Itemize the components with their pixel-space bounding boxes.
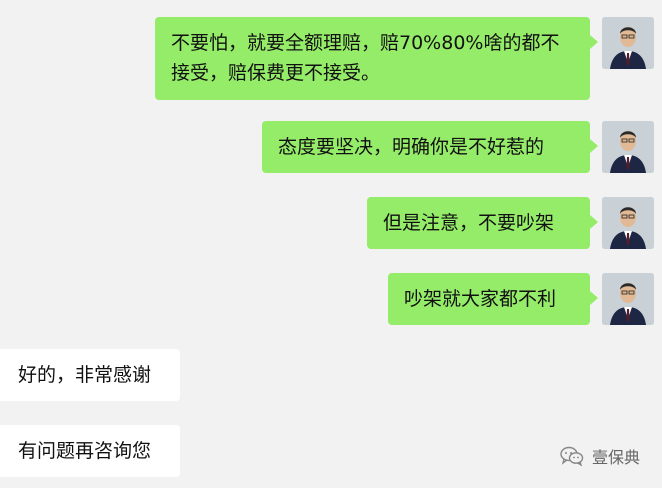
watermark-text: 壹保典 <box>591 448 640 467</box>
avatar[interactable] <box>602 121 654 173</box>
message-bubble-incoming: 有问题再咨询您 <box>0 425 180 477</box>
message-text: 好的，非常感谢 <box>18 364 152 386</box>
avatar[interactable] <box>602 17 654 69</box>
avatar-image <box>602 197 654 249</box>
message-bubble-outgoing: 吵架就大家都不利 <box>388 273 598 325</box>
avatar-image <box>602 17 654 69</box>
avatar[interactable] <box>602 197 654 249</box>
message-text: 但是注意，不要吵架 <box>383 212 555 234</box>
watermark: 壹保典 <box>560 444 640 468</box>
message-text: 态度要坚决，明确你是不好惹的 <box>278 136 545 158</box>
avatar-image <box>602 273 654 325</box>
message-bubble-outgoing: 态度要坚决，明确你是不好惹的 <box>262 121 598 173</box>
avatar[interactable] <box>602 273 654 325</box>
message-text: 有问题再咨询您 <box>18 440 152 462</box>
message-text: 吵架就大家都不利 <box>404 288 557 310</box>
message-text: 不要怕，就要全额理赔，赔70%80%啥的都不接受，赔保费更不接受。 <box>171 32 560 84</box>
message-bubble-outgoing: 但是注意，不要吵架 <box>367 197 598 249</box>
message-bubble-outgoing: 不要怕，就要全额理赔，赔70%80%啥的都不接受，赔保费更不接受。 <box>155 17 598 100</box>
wechat-icon <box>560 446 584 466</box>
message-bubble-incoming: 好的，非常感谢 <box>0 349 180 401</box>
avatar-image <box>602 121 654 173</box>
